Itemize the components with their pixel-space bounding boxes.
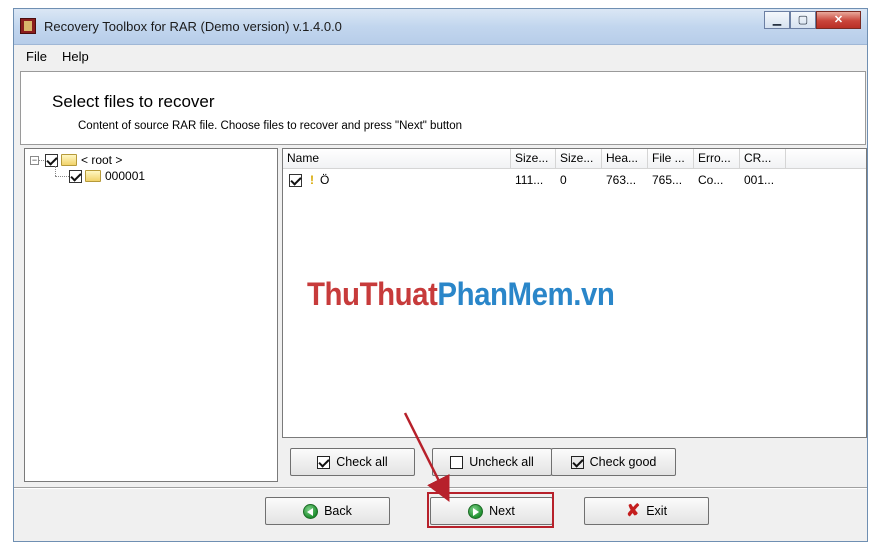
column-header[interactable]: Hea... (602, 149, 648, 168)
page-title: Select files to recover (52, 92, 215, 111)
maximize-button[interactable]: ▢ (790, 11, 816, 29)
cell-size-packed: 0 (560, 173, 567, 187)
menu-help[interactable]: Help (62, 49, 89, 64)
file-checkbox[interactable] (289, 173, 302, 187)
collapse-icon[interactable]: − (30, 155, 39, 165)
cell-crc: 001... (744, 173, 775, 187)
table-row[interactable]: ! Ö 111... 0 763... 765... Co... 001... (283, 171, 786, 189)
unchecked-box-icon (450, 455, 464, 469)
folder-icon (85, 170, 101, 182)
tree-root-label: < root > (81, 153, 123, 167)
check-good-button[interactable]: Check good (551, 448, 676, 476)
tree-node-root[interactable]: − < root > (30, 152, 122, 168)
check-all-label: Check all (336, 455, 388, 469)
next-highlight-box (427, 492, 554, 528)
cell-size: 111... (515, 173, 544, 187)
tree-line (39, 160, 44, 161)
column-errors[interactable]: Erro... (694, 149, 740, 168)
footer-divider (14, 487, 867, 489)
folder-open-icon (61, 154, 77, 166)
root-checkbox[interactable] (45, 153, 58, 167)
back-button[interactable]: Back (265, 497, 390, 525)
tree-folder-label: 000001 (105, 169, 146, 183)
column-size[interactable]: Size... (511, 149, 556, 168)
checked-good-icon (570, 455, 584, 469)
app-icon (20, 18, 36, 34)
list-header: Name Size... Size... Hea... File ... Err… (283, 149, 866, 169)
back-arrow-icon (303, 503, 319, 519)
menu-file[interactable]: File (26, 49, 47, 64)
tree-node-000001[interactable]: 000001 (69, 168, 145, 184)
cell-file: 765... (652, 173, 683, 187)
title-bar[interactable]: Recovery Toolbox for RAR (Demo version) … (14, 9, 867, 45)
checked-box-icon (317, 455, 331, 469)
back-label: Back (324, 504, 352, 518)
window-title: Recovery Toolbox for RAR (Demo version) … (44, 19, 342, 34)
cell-header: 763... (606, 173, 637, 187)
folder-tree: − < root > 000001 (24, 148, 278, 482)
watermark-part-2: PhanMem.vn (437, 276, 615, 312)
close-button[interactable]: ✕ (816, 11, 861, 29)
exit-x-icon: ✘ (625, 501, 641, 520)
column-size-packed[interactable]: Size... (556, 149, 602, 168)
check-good-label: Check good (589, 455, 657, 469)
uncheck-all-button[interactable]: Uncheck all (432, 448, 552, 476)
file-name: Ö (320, 173, 330, 187)
column-file[interactable]: File ... (648, 149, 694, 168)
tree-line (55, 176, 69, 177)
watermark-part-1: ThuThuat (307, 276, 438, 312)
cell-errors: Co... (698, 173, 724, 187)
tree-line (55, 166, 56, 176)
check-all-button[interactable]: Check all (290, 448, 415, 476)
window-controls: ▁ ▢ ✕ (764, 11, 861, 31)
minimize-button[interactable]: ▁ (764, 11, 790, 29)
watermark: ThuThuatPhanMem.vn (307, 276, 615, 313)
cell-name: ! Ö (283, 171, 511, 189)
column-crc[interactable]: CR... (740, 149, 786, 168)
menu-bar: File Help (14, 45, 867, 67)
exit-label: Exit (646, 504, 668, 518)
app-window: Recovery Toolbox for RAR (Demo version) … (13, 8, 868, 542)
column-name[interactable]: Name (283, 149, 511, 168)
warning-icon: ! (310, 173, 314, 187)
page-subtitle: Content of source RAR file. Choose files… (78, 120, 463, 132)
step-header: Select files to recover Content of sourc… (20, 71, 866, 145)
uncheck-all-label: Uncheck all (469, 455, 534, 469)
folder-checkbox[interactable] (69, 169, 82, 183)
exit-button[interactable]: ✘ Exit (584, 497, 709, 525)
